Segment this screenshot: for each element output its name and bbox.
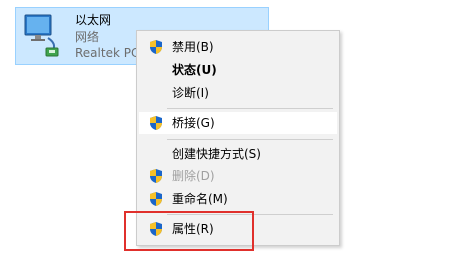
menu-item-label: 创建快捷方式(S) [172, 147, 261, 161]
menu-item-label: 删除(D) [172, 169, 215, 183]
menu-item-label: 诊断(I) [172, 86, 209, 100]
menu-item-diagnose[interactable]: 诊断(I) [139, 82, 337, 104]
menu-item-bridge[interactable]: 桥接(G) [139, 112, 337, 134]
menu-separator [167, 139, 333, 140]
menu-item-disable[interactable]: 禁用(B) [139, 36, 337, 58]
menu-item-label: 状态(U) [172, 63, 217, 77]
menu-item-label: 重命名(M) [172, 192, 228, 206]
menu-item-label: 禁用(B) [172, 40, 214, 54]
adapter-name: 以太网 [75, 13, 112, 27]
menu-item-delete[interactable]: 删除(D) [139, 165, 337, 187]
menu-item-status[interactable]: 状态(U) [139, 59, 337, 81]
uac-shield-icon [150, 116, 162, 130]
uac-shield-icon [150, 169, 162, 183]
menu-separator [167, 108, 333, 109]
network-adapter-icon [24, 14, 59, 57]
uac-shield-icon [150, 192, 162, 206]
adapter-device-name: Realtek PC [75, 46, 140, 60]
adapter-status: 网络 [75, 30, 100, 44]
menu-item-rename[interactable]: 重命名(M) [139, 188, 337, 210]
desktop-canvas: 以太网 网络 Realtek PC 禁用(B) 状态(U) 诊断(I) 桥接(G… [0, 0, 454, 266]
menu-item-label: 桥接(G) [172, 116, 215, 130]
menu-item-create-shortcut[interactable]: 创建快捷方式(S) [139, 143, 337, 165]
uac-shield-icon [150, 40, 162, 54]
annotation-highlight-box [124, 211, 254, 251]
